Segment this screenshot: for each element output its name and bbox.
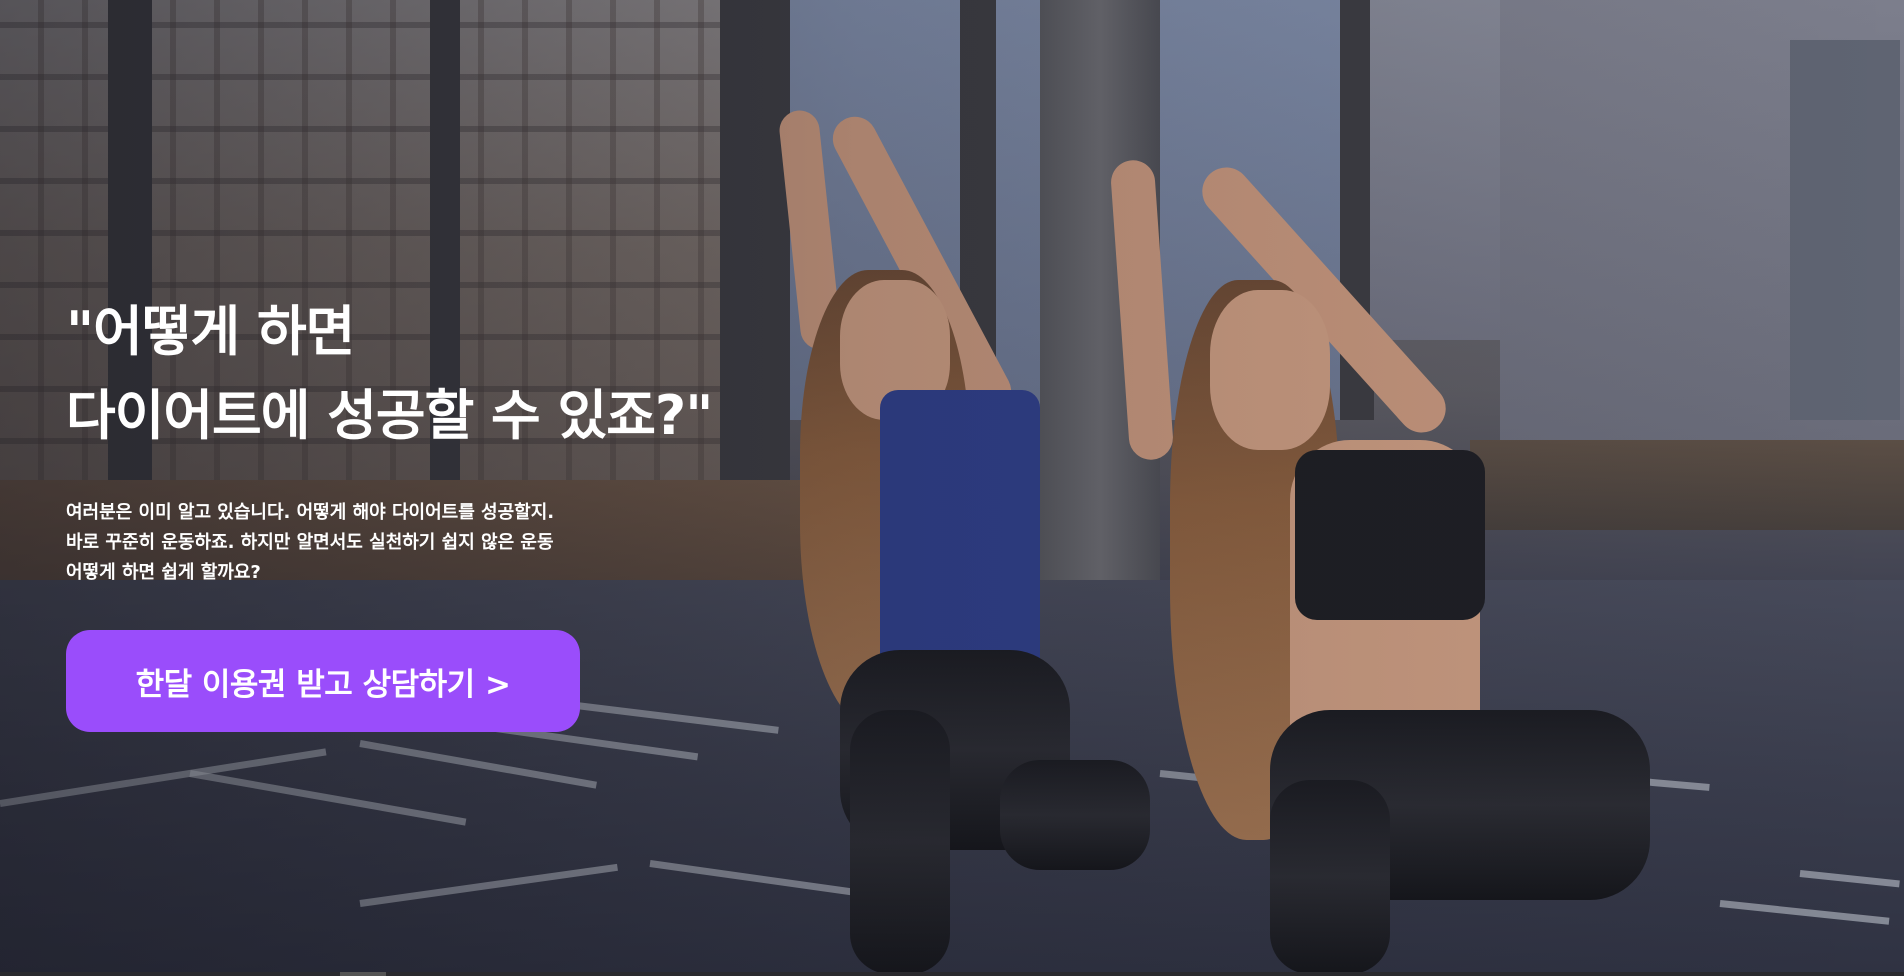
scrollbar-thumb[interactable]: [340, 972, 386, 976]
hero-content: "어떻게 하면 다이어트에 성공할 수 있죠?" 여러분은 이미 알고 있습니다…: [66, 290, 766, 732]
hero-description: 여러분은 이미 알고 있습니다. 어떻게 해야 다이어트를 성공할지. 바로 꾸…: [66, 498, 766, 588]
hero-section: "어떻게 하면 다이어트에 성공할 수 있죠?" 여러분은 이미 알고 있습니다…: [0, 0, 1904, 974]
description-line: 바로 꾸준히 운동하죠. 하지만 알면서도 실천하기 쉽지 않은 운동: [66, 532, 554, 553]
consultation-cta-button[interactable]: 한달 이용권 받고 상담하기 >: [66, 630, 580, 732]
horizontal-scrollbar[interactable]: [0, 972, 1904, 976]
headline-line: "어떻게 하면: [66, 300, 355, 363]
hero-headline: "어떻게 하면 다이어트에 성공할 수 있죠?": [66, 290, 766, 458]
headline-line: 다이어트에 성공할 수 있죠?": [66, 384, 713, 447]
description-line: 여러분은 이미 알고 있습니다. 어떻게 해야 다이어트를 성공할지.: [66, 502, 555, 523]
description-line: 어떻게 하면 쉽게 할까요?: [66, 562, 261, 583]
